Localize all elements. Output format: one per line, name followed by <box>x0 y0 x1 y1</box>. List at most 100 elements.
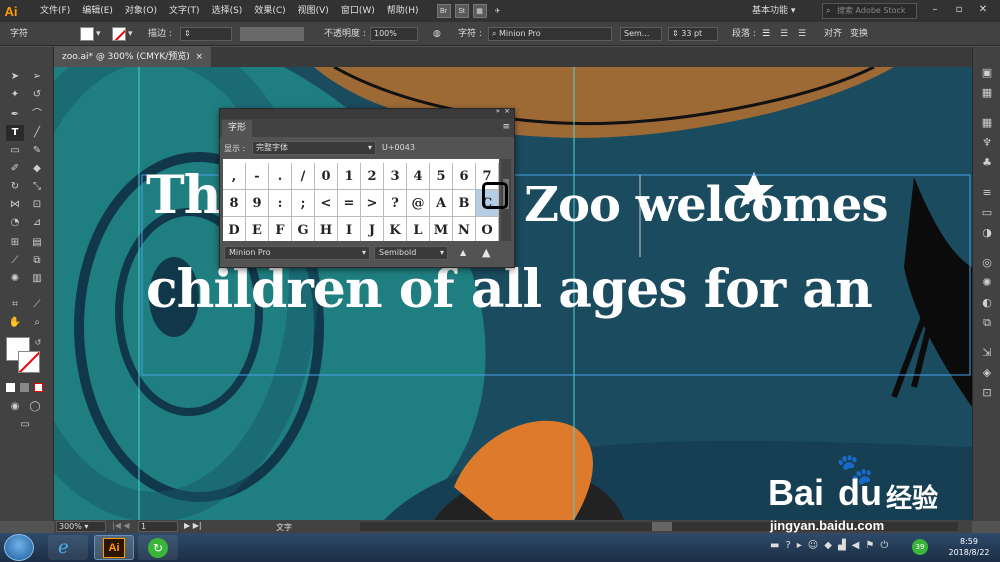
type-tool-icon[interactable]: T <box>6 125 24 141</box>
chevron-down-icon[interactable]: ▾ <box>96 27 101 41</box>
appearance-icon[interactable]: ◎ <box>978 255 996 271</box>
minimize-button[interactable]: – <box>926 2 944 18</box>
glyph-cell[interactable]: 5 <box>430 163 453 190</box>
gradient-panel-icon[interactable]: ▭ <box>978 205 996 221</box>
stroke-profile[interactable] <box>240 27 304 41</box>
zoom-in-glyphs-icon[interactable]: ▲ <box>482 246 490 259</box>
stock-search-input[interactable]: ⌕ 搜索 Adobe Stock <box>822 3 917 19</box>
glyph-cell[interactable]: 3 <box>384 163 407 190</box>
bridge-icon[interactable]: Br <box>436 4 451 18</box>
glyph-font-select[interactable]: Minion Pro ▾ <box>224 246 370 260</box>
perspective-grid-icon[interactable]: ⊿ <box>28 215 46 231</box>
glyph-cell[interactable]: 4 <box>407 163 430 190</box>
glyph-cell[interactable]: J <box>361 217 384 241</box>
font-style-select[interactable]: Sem... <box>620 27 662 41</box>
chevron-down-icon[interactable]: ▾ <box>128 27 133 41</box>
none-mode-icon[interactable] <box>34 383 43 392</box>
collapse-icon[interactable]: » <box>496 107 500 115</box>
glyph-cell[interactable]: O <box>476 217 499 241</box>
tray-badge[interactable]: 39 <box>912 539 928 555</box>
zoom-out-glyphs-icon[interactable]: ▲ <box>460 248 466 257</box>
glyph-style-select[interactable]: Semibold ▾ <box>374 246 448 260</box>
glyph-cell[interactable]: F <box>269 217 292 241</box>
glyph-cell[interactable]: 9 <box>246 190 269 217</box>
glyph-cell[interactable]: @ <box>407 190 430 217</box>
align-left-icon[interactable]: ☰ <box>762 27 770 41</box>
glyph-cell[interactable]: : <box>269 190 292 217</box>
width-tool-icon[interactable]: ⋈ <box>6 197 24 213</box>
align-right-icon[interactable]: ☰ <box>798 27 806 41</box>
draw-mode-icon[interactable]: ◉ <box>6 399 24 415</box>
zoom-select[interactable]: 300% ▾ <box>56 521 106 532</box>
gradient-tool-icon[interactable]: ▤ <box>28 235 46 251</box>
pen-tool-icon[interactable]: ✒ <box>6 107 24 123</box>
glyph-cell[interactable]: ; <box>292 190 315 217</box>
gpu-icon[interactable]: ✈ <box>491 4 505 18</box>
glyph-cell[interactable]: . <box>269 163 292 190</box>
stroke-panel-icon[interactable]: ≡ <box>978 185 996 201</box>
flag-icon[interactable]: ⚑ <box>865 540 874 551</box>
glyph-cell[interactable]: A <box>430 190 453 217</box>
direct-selection-tool-icon[interactable]: ➢ <box>28 69 46 85</box>
stroke-color-swatch[interactable] <box>18 351 40 373</box>
glyph-cell[interactable]: / <box>292 163 315 190</box>
glyph-cell[interactable]: - <box>246 163 269 190</box>
qq-icon[interactable]: ☺ <box>808 540 818 551</box>
glyph-cell[interactable]: N <box>453 217 476 241</box>
color-guide-icon[interactable]: ▦ <box>978 85 996 101</box>
export-icon[interactable]: ⇲ <box>978 345 996 361</box>
screen-mode-icon[interactable]: ◯ <box>26 399 44 415</box>
rotate-tool-icon[interactable]: ↻ <box>6 179 24 195</box>
glyph-cell[interactable]: B <box>453 190 476 217</box>
free-transform-icon[interactable]: ⊡ <box>28 197 46 213</box>
maximize-button[interactable]: ▫ <box>950 2 968 18</box>
glyph-cell[interactable]: E <box>246 217 269 241</box>
scale-tool-icon[interactable]: ⤡ <box>28 179 46 195</box>
slice-tool-icon[interactable]: ⟋ <box>28 297 46 313</box>
color-mode-icon[interactable] <box>6 383 15 392</box>
menu-file[interactable]: 文件(F) <box>34 0 76 22</box>
glyph-cell[interactable]: 2 <box>361 163 384 190</box>
close-button[interactable]: ✕ <box>974 2 992 18</box>
menu-effect[interactable]: 效果(C) <box>248 0 291 22</box>
transparency-icon[interactable]: ◑ <box>978 225 996 241</box>
artboard-number-field[interactable]: 1 <box>138 521 178 532</box>
menu-view[interactable]: 视图(V) <box>292 0 335 22</box>
brushes-icon[interactable]: ♆ <box>978 135 996 151</box>
show-select[interactable]: 完整字体 ▾ <box>252 141 376 155</box>
symbols-icon[interactable]: ♣ <box>978 155 996 171</box>
artboards-panel-icon[interactable]: ⧉ <box>978 315 996 331</box>
hand-tool-icon[interactable]: ✋ <box>6 315 24 331</box>
lasso-icon[interactable]: ↺ <box>28 87 46 103</box>
illustrator-taskbar-icon[interactable]: Ai <box>94 535 134 560</box>
color-panel-icon[interactable]: ▣ <box>978 65 996 81</box>
keyboard-icon[interactable]: ▬ <box>770 540 779 551</box>
menu-help[interactable]: 帮助(H) <box>381 0 425 22</box>
glyph-cell[interactable]: = <box>338 190 361 217</box>
glyph-cell[interactable]: 6 <box>453 163 476 190</box>
layers-icon[interactable]: ◈ <box>978 365 996 381</box>
glyph-cell[interactable]: L <box>407 217 430 241</box>
swatches-icon[interactable]: ▦ <box>978 115 996 131</box>
power-icon[interactable]: ⏻ <box>880 540 888 551</box>
menu-object[interactable]: 对象(O) <box>119 0 163 22</box>
start-button[interactable] <box>4 534 34 561</box>
glyph-cell[interactable]: 0 <box>315 163 338 190</box>
font-size-field[interactable]: ⇕ 33 pt <box>668 27 718 41</box>
symbol-sprayer-icon[interactable]: ✺ <box>6 271 24 287</box>
font-family-select[interactable]: ⌕ Minion Pro <box>488 27 612 41</box>
menu-select[interactable]: 选择(S) <box>206 0 249 22</box>
glyph-cell[interactable]: M <box>430 217 453 241</box>
eyedropper-icon[interactable]: ⟋ <box>6 253 24 269</box>
artboard-tool-icon[interactable]: ⌗ <box>6 297 24 313</box>
globe-icon[interactable]: ◍ <box>433 27 441 41</box>
line-tool-icon[interactable]: ╱ <box>28 125 46 141</box>
document-tab[interactable]: zoo.ai* @ 300% (CMYK/预览) × <box>54 47 212 67</box>
workspace-switcher[interactable]: 基本功能 ▾ <box>752 3 812 19</box>
graph-tool-icon[interactable]: ▥ <box>28 271 46 287</box>
glyph-cell[interactable]: K <box>384 217 407 241</box>
align-center-icon[interactable]: ☰ <box>780 27 788 41</box>
rectangle-tool-icon[interactable]: ▭ <box>6 143 24 159</box>
glyph-cell[interactable]: < <box>315 190 338 217</box>
arrange-icon[interactable]: ▦ <box>472 4 487 18</box>
